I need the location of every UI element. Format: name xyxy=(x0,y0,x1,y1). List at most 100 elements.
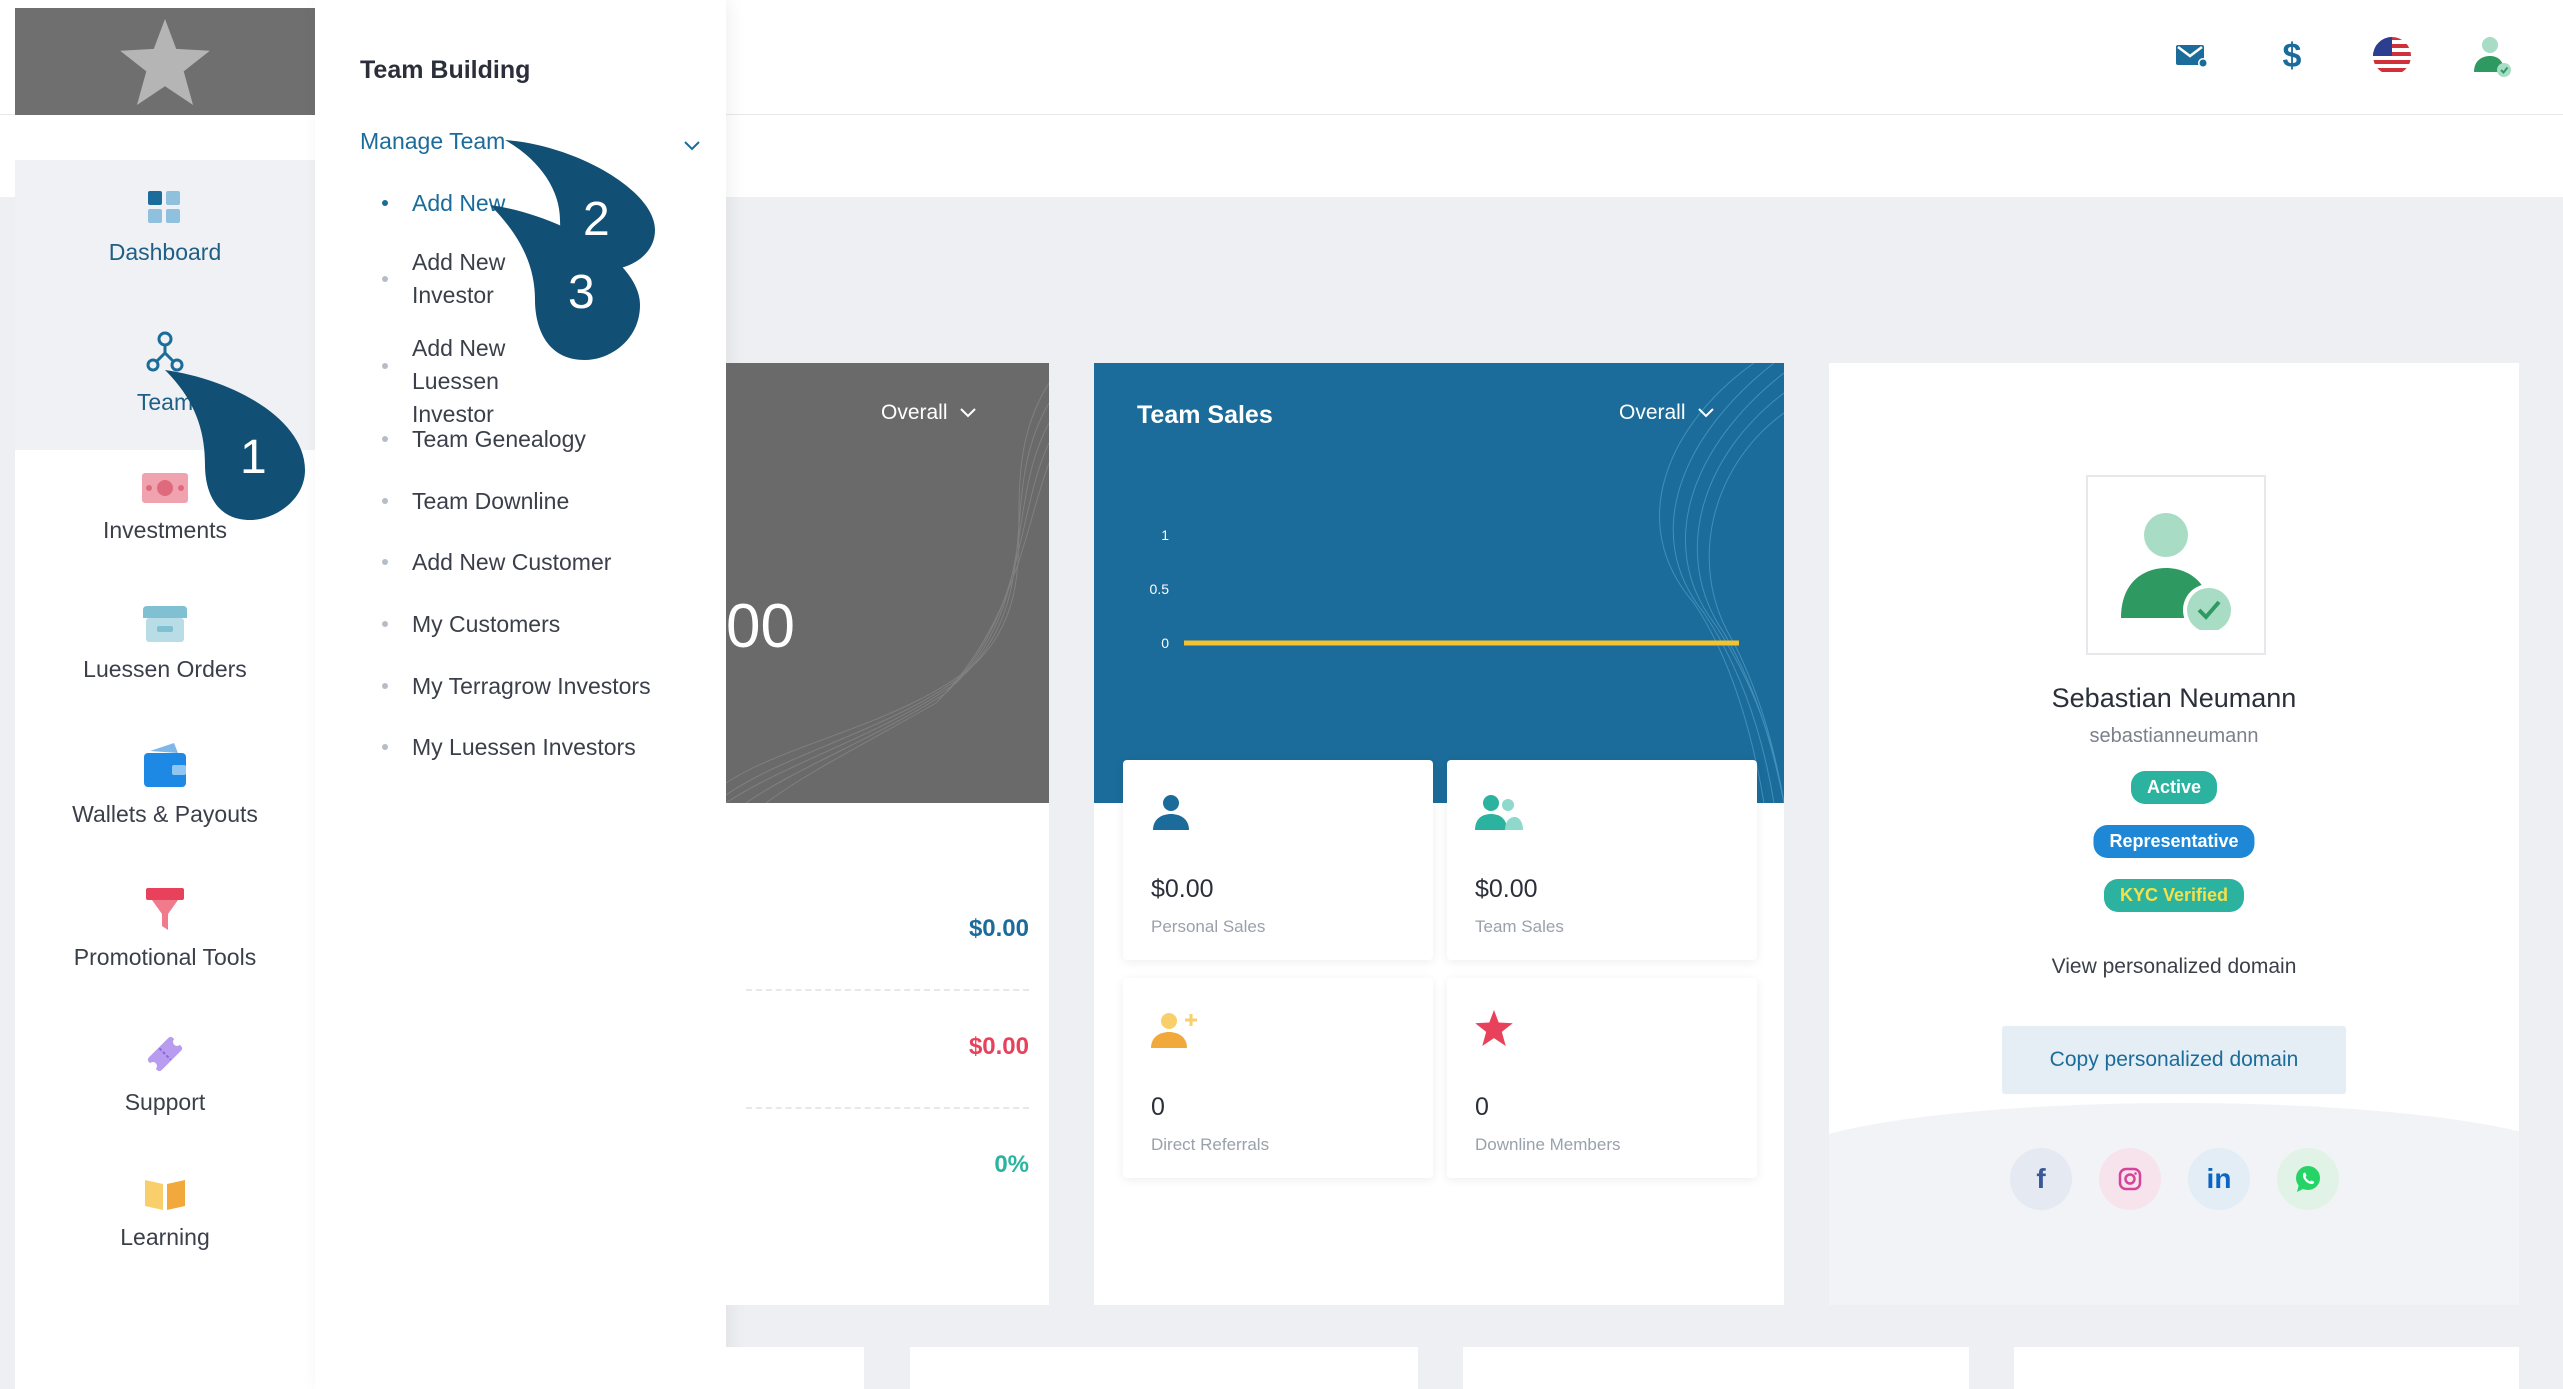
row-value: $0.00 xyxy=(968,1033,1029,1060)
group-icon xyxy=(1475,792,1523,837)
profile-card: Sebastian Neumann sebastianneumann Activ… xyxy=(1829,363,2519,1305)
instagram-icon[interactable] xyxy=(2099,1148,2161,1210)
rail-item-label: Luessen Orders xyxy=(83,656,247,682)
view-domain-link[interactable]: View personalized domain xyxy=(1829,955,2519,979)
rail-item-promotional-tools[interactable]: Promotional Tools xyxy=(15,888,315,971)
group-label: Manage Team xyxy=(360,128,506,154)
dashboard-icon xyxy=(15,191,315,225)
profile-name: Sebastian Neumann xyxy=(2051,683,2297,713)
avatar xyxy=(2086,475,2266,655)
callout-number: 1 xyxy=(240,431,267,484)
stat-card-personal-sales: $0.00 Personal Sales xyxy=(1123,760,1433,960)
divider xyxy=(746,989,1029,991)
stat-label: Team Sales xyxy=(1475,917,1564,936)
top-icons: $ xyxy=(2166,30,2518,82)
ticket-icon xyxy=(15,1033,315,1075)
bullet xyxy=(382,559,388,565)
chevron-down-icon xyxy=(959,408,976,418)
stat-label: Direct Referrals xyxy=(1151,1135,1270,1154)
tutorial-callout-1: 1 xyxy=(165,370,315,525)
rail-item-label: Learning xyxy=(120,1224,210,1250)
submenu-item-my-customers[interactable]: My Customers xyxy=(412,608,560,641)
status-badge-kyc: KYC Verified xyxy=(2103,879,2245,912)
submenu-title: Team Building xyxy=(360,56,531,84)
bottom-card xyxy=(1463,1347,1969,1389)
copy-domain-button[interactable]: Copy personalized domain xyxy=(2002,1026,2346,1094)
rail-item-label: Wallets & Payouts xyxy=(72,801,258,827)
linkedin-glyph: in xyxy=(2206,1163,2232,1194)
stat-value: 0 xyxy=(1475,1093,1489,1121)
bottom-card xyxy=(2014,1347,2519,1389)
stat-card-downline-members: 0 Downline Members xyxy=(1447,978,1757,1178)
wallet-icon xyxy=(15,743,315,787)
facebook-glyph: f xyxy=(2036,1163,2046,1194)
overall-dropdown[interactable]: Overall xyxy=(881,401,976,425)
star-icon xyxy=(1475,1010,1513,1051)
stat-label: Personal Sales xyxy=(1151,917,1266,936)
submenu-item-team-genealogy[interactable]: Team Genealogy xyxy=(412,423,586,456)
overall-card-header: Overall 00 xyxy=(726,363,1049,803)
wave-pattern xyxy=(726,382,1049,803)
rail-item-support[interactable]: Support xyxy=(15,1033,315,1116)
person-icon xyxy=(1151,792,1191,837)
bullet xyxy=(382,276,388,282)
chevron-down-icon xyxy=(684,130,700,157)
bullet xyxy=(382,436,388,442)
bullet xyxy=(382,744,388,750)
bullet xyxy=(382,621,388,627)
book-icon xyxy=(15,1178,315,1210)
store-icon xyxy=(15,606,315,642)
mail-icon[interactable] xyxy=(2166,30,2218,82)
rail-item-label: Support xyxy=(124,1089,206,1115)
overall-label: Overall xyxy=(881,401,948,424)
callout-number: 3 xyxy=(568,266,595,319)
dollar-icon[interactable]: $ xyxy=(2266,30,2318,82)
row-value: $0.00 xyxy=(968,915,1029,942)
rail-item-label: Dashboard xyxy=(108,239,222,265)
team-icon xyxy=(15,331,315,375)
whatsapp-icon[interactable] xyxy=(2277,1148,2339,1210)
stat-value: $0.00 xyxy=(1475,875,1538,903)
tutorial-callout-3: 3 xyxy=(490,205,640,365)
logo[interactable] xyxy=(15,8,315,115)
rail-item-learning[interactable]: Learning xyxy=(15,1178,315,1251)
status-badge-active: Active xyxy=(2130,771,2218,804)
dollar-glyph: $ xyxy=(2282,36,2302,75)
funnel-icon xyxy=(15,888,315,930)
submenu-item-my-terragrow-investors[interactable]: My Terragrow Investors xyxy=(412,670,651,703)
rail-item-dashboard[interactable]: Dashboard xyxy=(15,191,315,266)
overall-big-value: 00 xyxy=(726,592,795,661)
rail-item-label: Promotional Tools xyxy=(73,944,257,970)
user-verified-icon[interactable] xyxy=(2466,30,2518,82)
rail-item-luessen-orders[interactable]: Luessen Orders xyxy=(15,606,315,683)
linkedin-icon[interactable]: in xyxy=(2188,1148,2250,1210)
submenu-item-my-luessen-investors[interactable]: My Luessen Investors xyxy=(412,731,636,764)
bullet xyxy=(382,683,388,689)
us-flag-icon[interactable] xyxy=(2366,30,2418,82)
submenu-item-team-downline[interactable]: Team Downline xyxy=(412,485,569,518)
bottom-card xyxy=(910,1347,1418,1389)
add-person-icon xyxy=(1151,1010,1199,1055)
profile-wave xyxy=(1829,1103,2519,1305)
rail-item-wallets[interactable]: Wallets & Payouts xyxy=(15,743,315,828)
divider xyxy=(746,1107,1029,1109)
stat-label: Downline Members xyxy=(1475,1135,1621,1154)
stat-card-team-sales: $0.00 Team Sales xyxy=(1447,760,1757,960)
stat-value: 0 xyxy=(1151,1093,1165,1121)
bullet xyxy=(382,200,388,206)
status-badge-representative: Representative xyxy=(2093,825,2255,858)
bullet xyxy=(382,498,388,504)
bullet xyxy=(382,363,388,369)
team-sales-header: Team Sales Overall 1 0.5 0 xyxy=(1094,363,1784,803)
left-rail: Dashboard Team Investments Luessen Order… xyxy=(15,8,315,1389)
row-value: 0% xyxy=(994,1151,1029,1178)
facebook-icon[interactable]: f xyxy=(2010,1148,2072,1210)
profile-username: sebastianneumann xyxy=(2089,725,2259,747)
submenu-item-add-new-customer[interactable]: Add New Customer xyxy=(412,546,611,579)
bottom-card xyxy=(726,1347,864,1389)
stat-value: $0.00 xyxy=(1151,875,1214,903)
stat-card-direct-referrals: 0 Direct Referrals xyxy=(1123,978,1433,1178)
user-verified-icon xyxy=(2121,513,2235,630)
overall-card-body: $0.00 $0.00 0% xyxy=(726,803,1049,1305)
chart-plot xyxy=(1184,640,1739,646)
